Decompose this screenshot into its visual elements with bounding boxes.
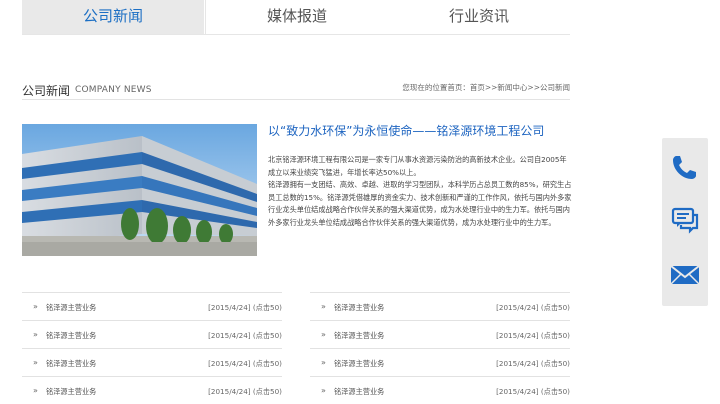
- news-date: [2015/4/24] (点击50): [496, 331, 570, 340]
- section-title: 公司新闻: [22, 84, 71, 98]
- divider: [22, 99, 570, 100]
- list-item[interactable]: » 铭泽源主营业务 [2015/4/24] (点击50): [22, 320, 282, 348]
- news-title[interactable]: 铭泽源主营业务: [46, 331, 96, 341]
- tab-company-news[interactable]: 公司新闻: [22, 0, 204, 34]
- list-item[interactable]: » 铭泽源主营业务 [2015/4/24] (点击50): [310, 348, 570, 376]
- news-date: [2015/4/24] (点击50): [208, 387, 282, 396]
- phone-icon: [673, 156, 696, 179]
- news-date: [2015/4/24] (点击50): [496, 387, 570, 396]
- building-illustration: [22, 124, 257, 256]
- section-subtitle: COMPANY NEWS: [75, 85, 152, 95]
- breadcrumb: 您现在的位置首页：首页>>新闻中心>>公司新闻: [402, 83, 570, 92]
- news-date: [2015/4/24] (点击50): [496, 303, 570, 312]
- tab-media-reports[interactable]: 媒体报道: [205, 0, 389, 34]
- list-item[interactable]: » 铭泽源主营业务 [2015/4/24] (点击50): [310, 376, 570, 404]
- feature-paragraph: 北京铭泽源环境工程有限公司是一家专门从事水资源污染防治的高新技术企业。公司自20…: [268, 155, 567, 177]
- list-item[interactable]: » 铭泽源主营业务 [2015/4/24] (点击50): [22, 292, 282, 320]
- office-building-photo[interactable]: [22, 124, 257, 256]
- news-title[interactable]: 铭泽源主营业务: [334, 359, 384, 369]
- contact-sidebar: [662, 138, 708, 306]
- chat-button[interactable]: [662, 198, 708, 244]
- news-title[interactable]: 铭泽源主营业务: [46, 387, 96, 397]
- news-list-right: » 铭泽源主营业务 [2015/4/24] (点击50) » 铭泽源主营业务 […: [310, 292, 570, 404]
- news-tabs: 公司新闻 媒体报道 行业资讯: [22, 0, 570, 35]
- mail-icon: [670, 265, 700, 285]
- feature-description: 北京铭泽源环境工程有限公司是一家专门从事水资源污染防治的高新技术企业。公司自20…: [268, 154, 573, 229]
- news-date: [2015/4/24] (点击50): [208, 331, 282, 340]
- list-item[interactable]: » 铭泽源主营业务 [2015/4/24] (点击50): [310, 320, 570, 348]
- double-arrow-icon: »: [33, 330, 38, 339]
- double-arrow-icon: »: [33, 302, 38, 311]
- feature-headline[interactable]: 以“致力水环保”为永恒使命——铭泽源环境工程公司: [268, 122, 544, 139]
- double-arrow-icon: »: [321, 302, 326, 311]
- phone-button[interactable]: [662, 144, 708, 190]
- double-arrow-icon: »: [33, 358, 38, 367]
- news-title[interactable]: 铭泽源主营业务: [334, 387, 384, 397]
- list-item[interactable]: » 铭泽源主营业务 [2015/4/24] (点击50): [22, 376, 282, 404]
- double-arrow-icon: »: [33, 386, 38, 395]
- news-date: [2015/4/24] (点击50): [208, 303, 282, 312]
- news-title[interactable]: 铭泽源主营业务: [46, 303, 96, 313]
- news-title[interactable]: 铭泽源主营业务: [334, 303, 384, 313]
- double-arrow-icon: »: [321, 386, 326, 395]
- chat-icon: [671, 207, 699, 234]
- news-date: [2015/4/24] (点击50): [208, 359, 282, 368]
- mail-button[interactable]: [662, 252, 708, 298]
- tab-industry-news[interactable]: 行业资讯: [388, 0, 570, 34]
- feature-paragraph: 铭泽源拥有一支团结、高效、卓越、进取的学习型团队，本科学历占总员工数的85%，研…: [268, 180, 572, 227]
- news-date: [2015/4/24] (点击50): [496, 359, 570, 368]
- news-list-left: » 铭泽源主营业务 [2015/4/24] (点击50) » 铭泽源主营业务 […: [22, 292, 282, 404]
- news-title[interactable]: 铭泽源主营业务: [334, 331, 384, 341]
- double-arrow-icon: »: [321, 358, 326, 367]
- double-arrow-icon: »: [321, 330, 326, 339]
- news-title[interactable]: 铭泽源主营业务: [46, 359, 96, 369]
- list-item[interactable]: » 铭泽源主营业务 [2015/4/24] (点击50): [22, 348, 282, 376]
- list-item[interactable]: » 铭泽源主营业务 [2015/4/24] (点击50): [310, 292, 570, 320]
